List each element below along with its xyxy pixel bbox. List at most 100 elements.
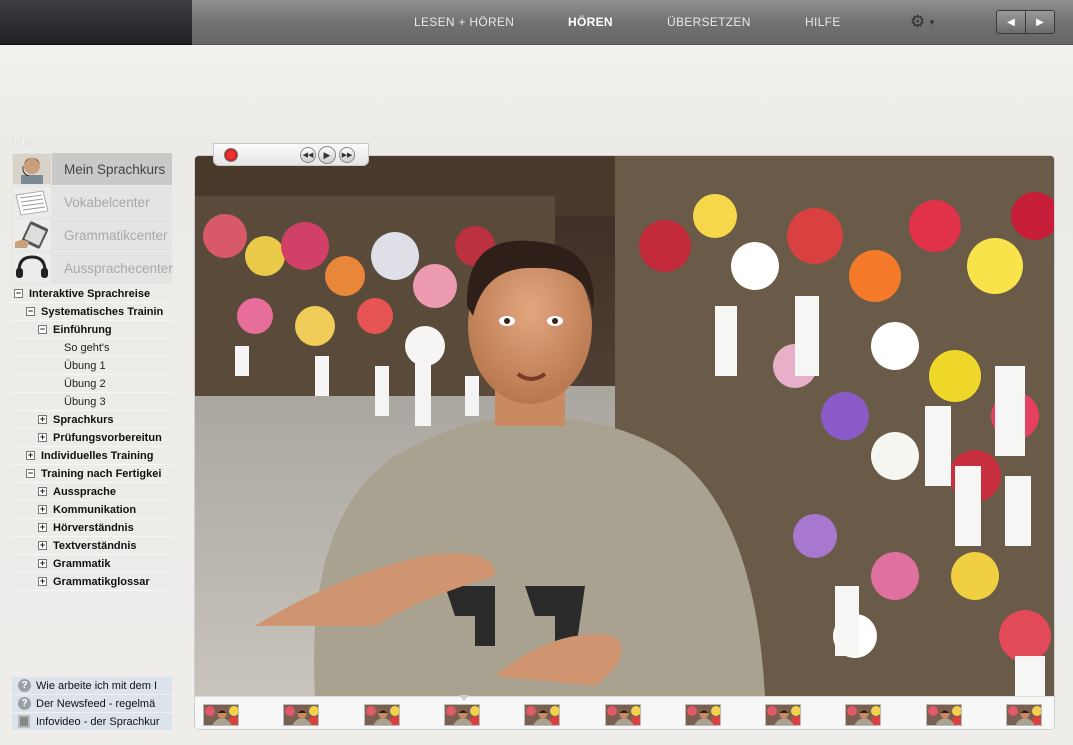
tree-item[interactable]: Übung 3 bbox=[12, 393, 172, 411]
sidebar: Mein Sprachkurs Vokabelcenter Grammatikc… bbox=[12, 153, 173, 591]
tree-item-label: Sprachkurs bbox=[53, 413, 114, 426]
video-thumbnail[interactable] bbox=[524, 704, 561, 726]
collapse-icon[interactable]: − bbox=[38, 325, 47, 334]
tree-item[interactable]: − Training nach Fertigkei bbox=[12, 465, 172, 483]
headphones-icon bbox=[12, 252, 52, 284]
thumbnail-strip bbox=[195, 695, 1054, 729]
sidebar-label: Inhalt bbox=[14, 138, 39, 149]
tree-item[interactable]: + Grammatik bbox=[12, 555, 172, 573]
video-thumbnail[interactable] bbox=[925, 704, 962, 726]
newspaper-icon bbox=[12, 186, 52, 218]
video-thumbnail[interactable] bbox=[363, 704, 400, 726]
tree-item[interactable]: − Einführung bbox=[12, 321, 172, 339]
expand-icon[interactable]: + bbox=[38, 559, 47, 568]
collapse-icon[interactable]: − bbox=[26, 469, 35, 478]
tree-item-label: Einführung bbox=[53, 323, 112, 336]
tree-item[interactable]: Übung 2 bbox=[12, 375, 172, 393]
video-thumbnail[interactable] bbox=[684, 704, 721, 726]
video-thumbnail[interactable] bbox=[845, 704, 882, 726]
rewind-icon[interactable]: ◀◀ bbox=[300, 147, 316, 163]
video-thumbnail[interactable] bbox=[283, 704, 320, 726]
tree-item-label: Interaktive Sprachreise bbox=[29, 287, 151, 300]
tree-item-label: Training nach Fertigkei bbox=[41, 467, 162, 480]
expand-icon[interactable]: + bbox=[38, 541, 47, 550]
video-frame[interactable] bbox=[195, 156, 1054, 696]
caret-down-icon: ▼ bbox=[928, 18, 936, 27]
tablet-hand-icon bbox=[12, 219, 52, 251]
tree-item[interactable]: + Hörverständnis bbox=[12, 519, 172, 537]
tree-item[interactable]: − Interaktive Sprachreise bbox=[12, 285, 172, 303]
tree-item[interactable]: + Prüfungsvorbereitun bbox=[12, 429, 172, 447]
expand-icon[interactable]: + bbox=[38, 577, 47, 586]
tree-item-label: So geht's bbox=[64, 341, 110, 354]
tree-item-label: Grammatikglossar bbox=[53, 575, 150, 588]
help-link-how-to[interactable]: ? Wie arbeite ich mit dem I bbox=[12, 677, 172, 695]
help-links: ? Wie arbeite ich mit dem I ? Der Newsfe… bbox=[12, 677, 172, 731]
expand-icon[interactable]: + bbox=[38, 415, 47, 424]
tree-item-label: Prüfungsvorbereitun bbox=[53, 431, 162, 444]
tree-item-label: Übung 3 bbox=[64, 395, 106, 408]
help-link-label: Wie arbeite ich mit dem I bbox=[36, 679, 158, 692]
video-thumbnail[interactable] bbox=[203, 704, 239, 726]
category-vokabelcenter[interactable]: Vokabelcenter bbox=[12, 186, 172, 218]
tree-item[interactable]: + Sprachkurs bbox=[12, 411, 172, 429]
tree-item-label: Kommunikation bbox=[53, 503, 137, 516]
video-thumbnail[interactable] bbox=[1006, 704, 1042, 726]
nav-lesen-hoeren[interactable]: LESEN + HÖREN bbox=[414, 15, 514, 29]
film-icon bbox=[18, 715, 30, 728]
current-position-marker bbox=[459, 695, 469, 701]
expand-icon[interactable]: + bbox=[38, 487, 47, 496]
tree-item[interactable]: − Systematisches Trainin bbox=[12, 303, 172, 321]
content-tree: − Interaktive Sprachreise − Systematisches … bbox=[12, 285, 172, 591]
video-thumbnail[interactable] bbox=[765, 704, 802, 726]
nav-uebersetzen[interactable]: ÜBERSETZEN bbox=[667, 15, 751, 29]
help-link-label: Infovideo - der Sprachkur bbox=[36, 715, 160, 728]
category-label: Vokabelcenter bbox=[64, 194, 150, 210]
video-player bbox=[194, 155, 1055, 730]
help-link-infovideo[interactable]: Infovideo - der Sprachkur bbox=[12, 713, 172, 731]
tree-item[interactable]: So geht's bbox=[12, 339, 172, 357]
category-aussprachecenter[interactable]: Aussprachecenter bbox=[12, 252, 173, 284]
tree-item[interactable]: + Aussprache bbox=[12, 483, 172, 501]
tree-item-label: Hörverständnis bbox=[53, 521, 134, 534]
fast-forward-icon[interactable]: ▶▶ bbox=[339, 147, 355, 163]
record-icon[interactable] bbox=[224, 148, 238, 162]
video-thumbnail[interactable] bbox=[604, 704, 641, 726]
arrow-left-icon[interactable]: ◀ bbox=[997, 11, 1025, 33]
player-controls: ◀◀ ▶ ▶▶ bbox=[213, 143, 369, 166]
main-nav: LESEN + HÖREN HÖREN ÜBERSETZEN HILFE ⚙ ▼ … bbox=[192, 0, 1073, 45]
expand-icon[interactable]: + bbox=[38, 433, 47, 442]
tree-item-label: Grammatik bbox=[53, 557, 111, 570]
collapse-icon[interactable]: − bbox=[26, 307, 35, 316]
play-icon[interactable]: ▶ bbox=[318, 146, 336, 164]
expand-icon[interactable]: + bbox=[26, 451, 35, 460]
tree-item[interactable]: Übung 1 bbox=[12, 357, 172, 375]
category-mein-sprachkurs[interactable]: Mein Sprachkurs bbox=[12, 153, 172, 185]
tree-item[interactable]: + Kommunikation bbox=[12, 501, 172, 519]
logo-area bbox=[0, 0, 192, 45]
tree-item-label: Aussprache bbox=[53, 485, 116, 498]
tree-item-label: Systematisches Trainin bbox=[41, 305, 164, 318]
help-icon: ? bbox=[18, 697, 31, 710]
expand-icon[interactable]: + bbox=[38, 523, 47, 532]
nav-hilfe[interactable]: HILFE bbox=[805, 15, 841, 29]
collapse-icon[interactable]: − bbox=[14, 289, 23, 298]
tree-item[interactable]: + Grammatikglossar bbox=[12, 573, 172, 591]
nav-hoeren[interactable]: HÖREN bbox=[568, 15, 613, 29]
tree-item[interactable]: + Individuelles Training bbox=[12, 447, 172, 465]
person-headset-icon bbox=[12, 153, 52, 185]
gear-icon[interactable]: ⚙ ▼ bbox=[910, 12, 938, 32]
category-grammatikcenter[interactable]: Grammatikcenter bbox=[12, 219, 172, 251]
help-link-newsfeed[interactable]: ? Der Newsfeed - regelmä bbox=[12, 695, 172, 713]
tree-item-label: Übung 2 bbox=[64, 377, 106, 390]
top-bar: LESEN + HÖREN HÖREN ÜBERSETZEN HILFE ⚙ ▼ … bbox=[0, 0, 1073, 45]
tree-item[interactable]: + Textverständnis bbox=[12, 537, 172, 555]
category-label: Grammatikcenter bbox=[64, 227, 168, 243]
video-thumbnail[interactable] bbox=[443, 704, 480, 726]
arrow-right-icon[interactable]: ▶ bbox=[1025, 11, 1054, 33]
video-still-image bbox=[195, 156, 1054, 696]
expand-icon[interactable]: + bbox=[38, 505, 47, 514]
tree-item-label: Textverständnis bbox=[53, 539, 137, 552]
tree-item-label: Übung 1 bbox=[64, 359, 106, 372]
help-icon: ? bbox=[18, 679, 31, 692]
